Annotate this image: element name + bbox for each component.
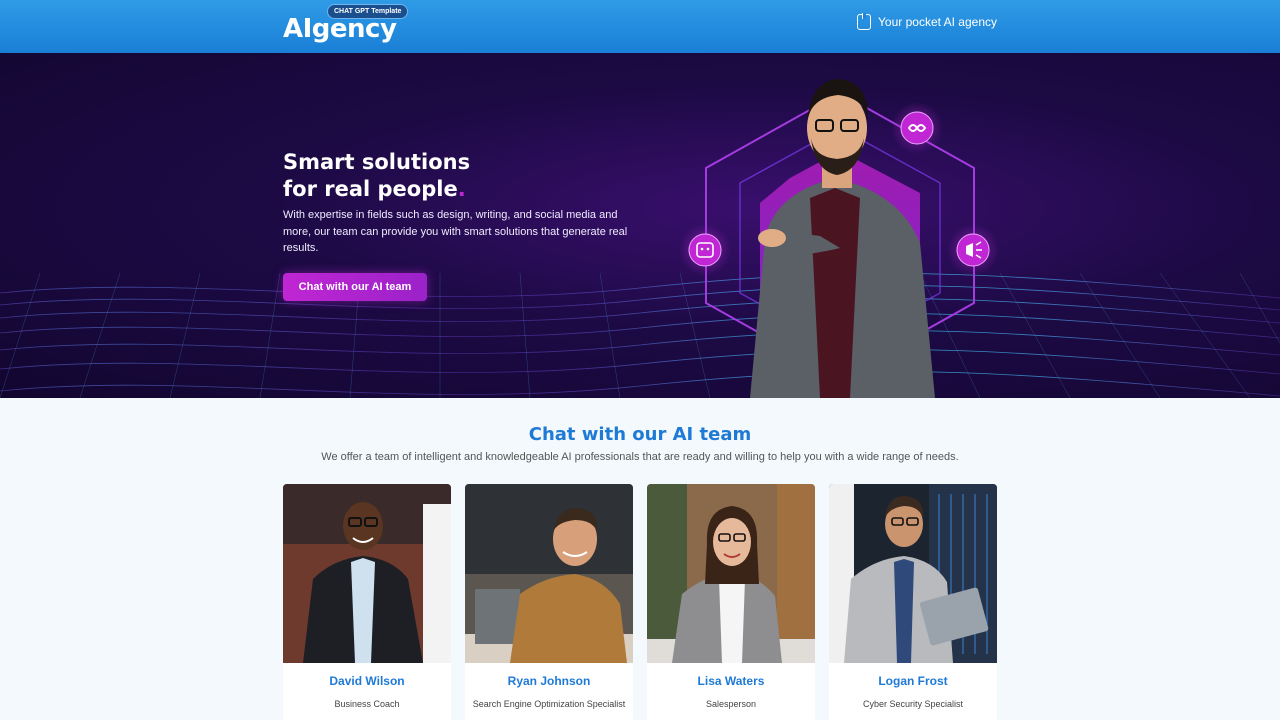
tagline: Your pocket AI agency [857,13,997,30]
team-member-photo [829,484,997,663]
site-header: AIgency CHAT GPT Template Your pocket AI… [0,0,1280,53]
team-section-subtitle: We offer a team of intelligent and knowl… [321,451,959,463]
hero-description: With expertise in fields such as design,… [283,209,628,254]
hero-section: Smart solutions for real people. With ex… [0,53,1280,398]
team-section-title: Chat with our AI team [528,424,752,445]
team-member-role: Salesperson [705,699,757,709]
robot-icon [688,233,722,267]
team-card-logan-frost[interactable]: Logan Frost Cyber Security Specialist [829,484,997,720]
hero-title-dot: . [457,177,466,201]
tagline-text: Your pocket AI agency [878,15,997,29]
hero-illustration [680,79,999,398]
team-member-name: David Wilson [329,674,405,688]
chat-with-team-button[interactable]: Chat with our AI team [283,273,427,301]
team-member-role: Business Coach [334,699,400,709]
team-member-role: Search Engine Optimization Specialist [472,699,626,709]
team-card-david-wilson[interactable]: David Wilson Business Coach [283,484,451,720]
logo-badge: CHAT GPT Template [327,4,409,19]
hero-title-line2: for real people [283,177,458,201]
team-card-ryan-johnson[interactable]: Ryan Johnson Search Engine Optimization … [465,484,633,720]
wave-grid-decoration [0,273,1280,398]
team-member-name: Lisa Waters [697,674,765,688]
team-member-role: Cyber Security Specialist [862,699,964,709]
team-member-name: Logan Frost [878,674,948,688]
hero-title: Smart solutions for real people. [283,149,470,203]
team-member-photo [283,484,451,663]
team-card-lisa-waters[interactable]: Lisa Waters Salesperson [647,484,815,720]
team-member-photo [647,484,815,663]
team-member-name: Ryan Johnson [507,674,591,688]
hero-title-line2-wrap: for real people. [283,176,470,203]
team-member-photo [465,484,633,663]
tablet-icon [857,13,872,30]
hero-title-line1: Smart solutions [283,150,471,174]
